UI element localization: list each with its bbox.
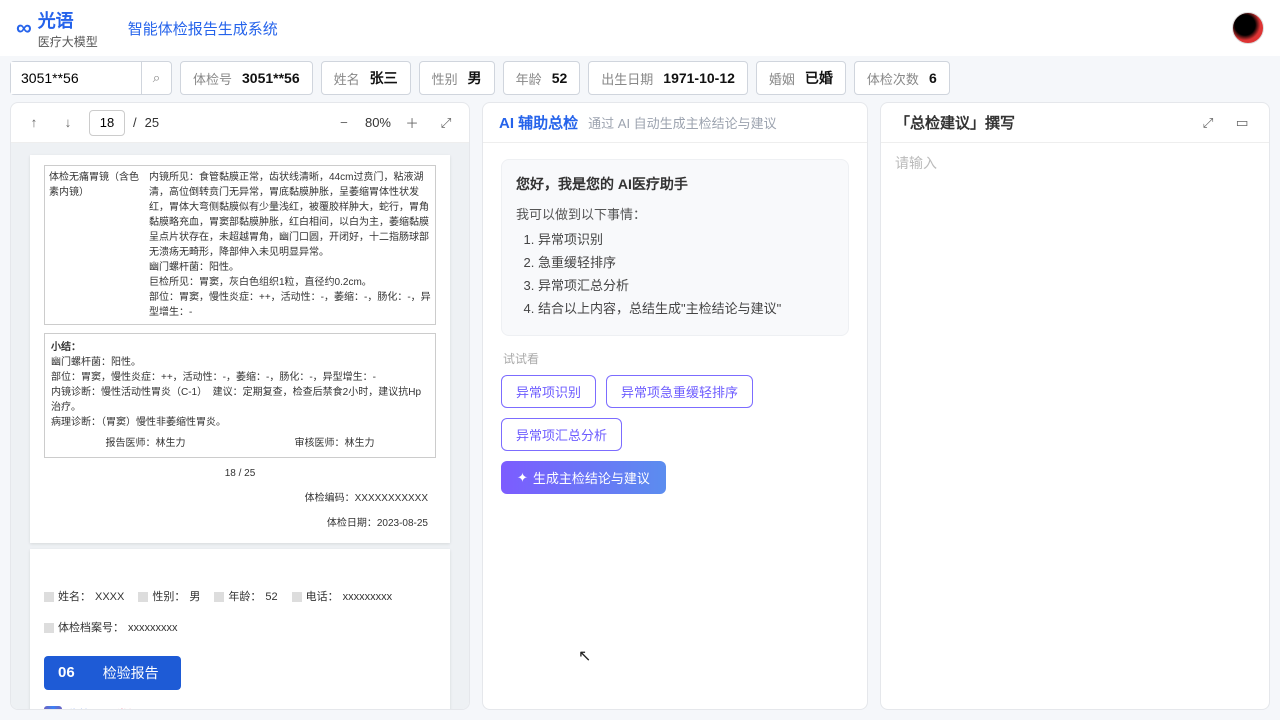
summary-body: 幽门螺杆菌：阳性。 部位：胃窦，慢性炎症：++，活动性：-，萎缩：-，肠化：-，… xyxy=(51,355,429,430)
save-icon: ▭ xyxy=(1236,115,1249,131)
sparkle-icon: ✦ xyxy=(517,470,528,486)
generate-button[interactable]: ✦ 生成主检结论与建议 xyxy=(501,461,666,494)
patient-marriage-pill: 婚姻已婚 xyxy=(756,61,846,95)
zoom-in-button[interactable]: ＋ xyxy=(399,110,425,136)
document-scroll[interactable]: 体检无痛胃镜（含色素内镜） 内镜所见：食管黏膜正常，齿状线清晰，44cm过贲门，… xyxy=(11,143,469,709)
search-icon: ⌕ xyxy=(153,70,160,85)
patient-age-pill: 年龄52 xyxy=(503,61,581,95)
page-title: 智能体检报告生成系统 xyxy=(128,18,278,39)
summary-title: 小结： xyxy=(51,340,429,355)
sub-logo-icon xyxy=(44,706,62,709)
ai-intro-card: 您好，我是您的 AI医疗助手 我可以做到以下事情： 异常项识别急重缓轻排序异常项… xyxy=(501,159,849,336)
search-wrap: ⌕ xyxy=(10,61,172,95)
arrow-down-icon: ↓ xyxy=(65,115,72,130)
suggestion-chip[interactable]: 异常项急重缓轻排序 xyxy=(606,375,753,408)
page-up-button[interactable]: ↑ xyxy=(21,110,47,136)
page-separator: / xyxy=(133,115,137,130)
fullscreen-button[interactable]: ⤢ xyxy=(433,110,459,136)
arrow-up-icon: ↑ xyxy=(31,115,38,130)
zoom-level: 80% xyxy=(365,115,391,130)
ai-capability-item: 异常项汇总分析 xyxy=(538,275,834,294)
logo-sub: 医疗大模型 xyxy=(38,33,98,50)
zoom-out-button[interactable]: − xyxy=(331,110,357,136)
page-number-input[interactable] xyxy=(89,110,125,136)
suggestion-chip[interactable]: 异常项汇总分析 xyxy=(501,418,622,451)
editor-title: 「总检建议」撰写 xyxy=(895,112,1187,133)
ai-title: AI 辅助总检 xyxy=(499,112,578,133)
page-down-button[interactable]: ↓ xyxy=(55,110,81,136)
expand-icon: ⤢ xyxy=(1203,115,1214,131)
document-page-18: 体检无痛胃镜（含色素内镜） 内镜所见：食管黏膜正常，齿状线清晰，44cm过贲门，… xyxy=(30,155,450,543)
suggestion-chips: 异常项识别异常项急重缓轻排序异常项汇总分析 xyxy=(501,375,849,451)
ai-greeting: 您好，我是您的 AI医疗助手 xyxy=(516,174,834,194)
page-total: 25 xyxy=(145,115,159,130)
suggestion-chip[interactable]: 异常项识别 xyxy=(501,375,596,408)
editor-textarea[interactable] xyxy=(895,153,1255,699)
ai-capability-item: 异常项识别 xyxy=(538,229,834,248)
ai-intro: 我可以做到以下事情： xyxy=(516,204,834,223)
ai-capability-item: 结合以上内容，总结生成"主检结论与建议" xyxy=(538,298,834,317)
zoom-out-icon: − xyxy=(340,115,348,130)
endoscopy-description: 内镜所见：食管黏膜正常，齿状线清晰，44cm过贲门，粘液湖清，高位倒转贲门无异常… xyxy=(149,170,431,320)
editor-expand-button[interactable]: ⤢ xyxy=(1195,110,1221,136)
editor-save-button[interactable]: ▭ xyxy=(1229,110,1255,136)
try-label: 试试看 xyxy=(503,350,849,367)
patient-id-pill: 体检号3051**56 xyxy=(180,61,313,95)
sub-header: 临检 - 尿常规 xyxy=(44,706,436,709)
logo: ∞ 光语 医疗大模型 xyxy=(16,7,98,50)
logo-icon: ∞ xyxy=(16,15,32,41)
search-input[interactable] xyxy=(11,62,141,94)
patient-info-bar: ⌕ 体检号3051**56 姓名张三 性别男 年龄52 出生日期1971-10-… xyxy=(0,56,1280,100)
logo-main: 光语 xyxy=(38,7,98,33)
zoom-in-icon: ＋ xyxy=(405,113,418,132)
ai-subtitle: 通过 AI 自动生成主检结论与建议 xyxy=(588,113,777,132)
expand-icon: ⤢ xyxy=(441,115,452,131)
ai-capability-item: 急重缓轻排序 xyxy=(538,252,834,271)
document-toolbar: ↑ ↓ / 25 − 80% ＋ ⤢ xyxy=(11,103,469,143)
patient-sex-pill: 性别男 xyxy=(419,61,495,95)
patient-name-pill: 姓名张三 xyxy=(321,61,411,95)
search-button[interactable]: ⌕ xyxy=(141,62,171,94)
ai-assist-panel: AI 辅助总检 通过 AI 自动生成主检结论与建议 您好，我是您的 AI医疗助手… xyxy=(482,102,868,710)
page-footer-number: 18 / 25 xyxy=(225,466,256,481)
endoscopy-left-title: 体检无痛胃镜（含色素内镜） xyxy=(49,170,139,320)
patient-dob-pill: 出生日期1971-10-12 xyxy=(588,61,748,95)
app-header: ∞ 光语 医疗大模型 智能体检报告生成系统 xyxy=(0,0,1280,56)
ai-capability-list: 异常项识别急重缓轻排序异常项汇总分析结合以上内容，总结生成"主检结论与建议" xyxy=(516,229,834,317)
patient-count-pill: 体检次数6 xyxy=(854,61,950,95)
document-panel: ↑ ↓ / 25 − 80% ＋ ⤢ 体检无痛胃镜（含色素内镜） 内镜所见：食管… xyxy=(10,102,470,710)
document-page-19: 姓名：XXXX 性别：男 年龄：52 电话：xxxxxxxxx 体检档案号：xx… xyxy=(30,549,450,709)
avatar[interactable] xyxy=(1232,12,1264,44)
editor-panel: 「总检建议」撰写 ⤢ ▭ xyxy=(880,102,1270,710)
section-chip: 06 检验报告 xyxy=(44,656,181,690)
